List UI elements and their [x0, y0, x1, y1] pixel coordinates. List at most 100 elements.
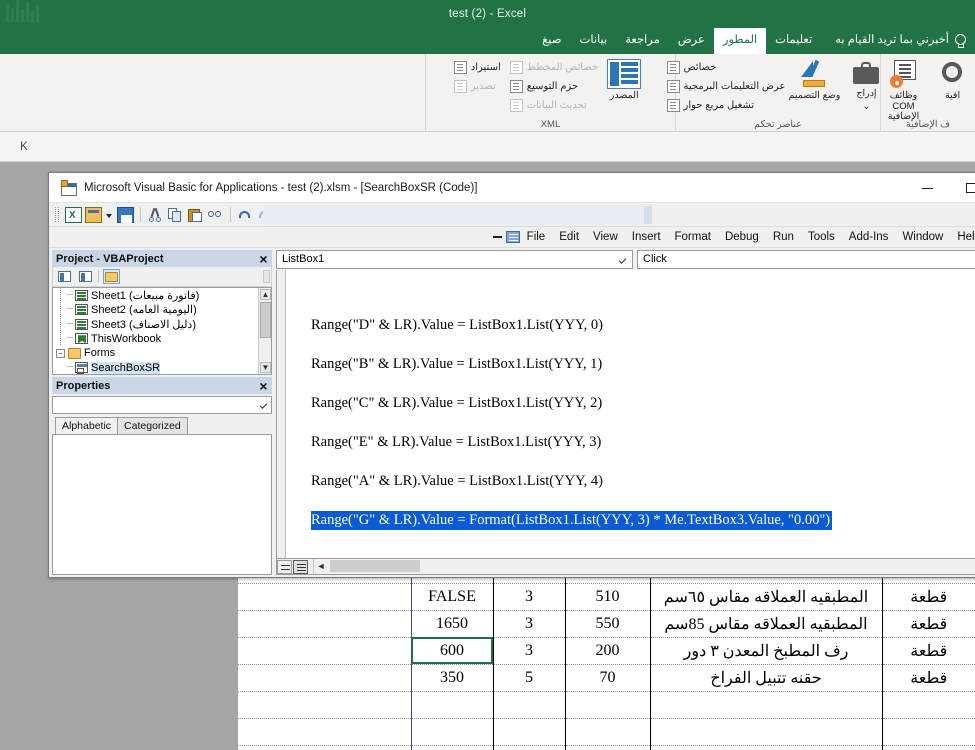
- cell-name[interactable]: المطبقيه العملاقه مقاس ٦٥سم: [650, 583, 883, 611]
- cell-price[interactable]: [565, 718, 651, 746]
- view-excel-icon[interactable]: X: [65, 206, 82, 223]
- code-margin-indicator-bar[interactable]: [277, 270, 286, 558]
- tab-formulas[interactable]: صيغ: [533, 28, 570, 54]
- code-line-blank[interactable]: [289, 550, 975, 559]
- menu-file[interactable]: File: [520, 229, 553, 245]
- code-line[interactable]: Range("B" & LR).Value = ListBox1.List(YY…: [289, 355, 975, 375]
- cell-total[interactable]: [411, 745, 494, 750]
- run-dialog-button[interactable]: تشغيل مربع حوار: [666, 97, 786, 114]
- tab-data[interactable]: بيانات: [571, 28, 617, 54]
- properties-window-title[interactable]: Properties ×: [52, 377, 272, 394]
- tab-categorized[interactable]: Categorized: [117, 417, 188, 434]
- toolbar-grip[interactable]: [55, 207, 59, 222]
- cell-pad[interactable]: [238, 718, 412, 746]
- cell-name[interactable]: حقنه تتبيل الفراخ: [650, 664, 883, 692]
- vba-menu-bar[interactable]: File Edit View Insert Format Debug Run T…: [49, 227, 975, 248]
- chevron-down-icon[interactable]: [618, 256, 627, 264]
- view-object-icon[interactable]: [77, 269, 94, 284]
- design-mode-button[interactable]: وضع التصميم: [788, 57, 840, 102]
- properties-tabs[interactable]: Alphabetic Categorized: [52, 417, 272, 434]
- cell-name[interactable]: [650, 718, 883, 746]
- xml-source-button[interactable]: المصدر: [601, 57, 647, 102]
- tree-item-thisworkbook[interactable]: ┈ ThisWorkbook: [53, 332, 271, 347]
- code-text-block[interactable]: Range("D" & LR).Value = ListBox1.List(YY…: [289, 296, 975, 559]
- scrollbar-thumb[interactable]: [330, 560, 420, 572]
- toolbar-overflow-field[interactable]: [263, 205, 651, 225]
- quick-access-toolbar-icons[interactable]: [4, 0, 46, 28]
- cell-unit[interactable]: قطعة: [882, 583, 975, 611]
- scroll-down-icon[interactable]: ▼: [260, 362, 271, 373]
- control-properties-button[interactable]: خصائص: [666, 59, 786, 76]
- menu-view[interactable]: View: [586, 229, 625, 245]
- tell-me-box[interactable]: أخبرني بما تريد القيام به: [821, 28, 975, 54]
- vba-title-bar[interactable]: Microsoft Visual Basic for Applications …: [49, 173, 975, 203]
- excel-addins-button[interactable]: افية: [930, 57, 975, 102]
- menu-window[interactable]: Window: [895, 229, 950, 245]
- cell-total[interactable]: FALSE: [411, 583, 494, 611]
- cell-qty[interactable]: [493, 691, 566, 719]
- table-row[interactable]: قطعة حقنه تتبيل الفراخ 70 5 350: [238, 664, 975, 692]
- cell-unit[interactable]: [882, 745, 975, 750]
- cell-total[interactable]: [411, 691, 494, 719]
- cell-price[interactable]: 200: [565, 637, 651, 665]
- cell-price[interactable]: 70: [565, 664, 651, 692]
- project-explorer-title[interactable]: Project - VBAProject ×: [52, 250, 272, 267]
- cell-unit[interactable]: قطعة: [882, 610, 975, 638]
- tab-help[interactable]: تعليمات: [766, 28, 821, 54]
- cell-total[interactable]: [411, 718, 494, 746]
- tab-developer[interactable]: المطور: [713, 28, 767, 54]
- code-horizontal-scrollbar[interactable]: ◄: [313, 559, 975, 574]
- code-editor[interactable]: Range("D" & LR).Value = ListBox1.List(YY…: [276, 270, 975, 559]
- scroll-left-icon[interactable]: ◄: [315, 560, 327, 572]
- project-tree[interactable]: ┈ Sheet1 (فاتورة مبيعات) ┈ Sheet2 (اليوم…: [52, 287, 272, 375]
- procedure-combo[interactable]: Click: [637, 250, 975, 269]
- cell-name[interactable]: رف المطبخ المعدن ٣ دور: [650, 637, 883, 665]
- code-line[interactable]: Range("C" & LR).Value = ListBox1.List(YY…: [289, 394, 975, 414]
- table-row[interactable]: [238, 718, 975, 746]
- cell-name[interactable]: [650, 745, 883, 750]
- spreadsheet-grid[interactable]: قطعة المطبقيه العملاقه مقاس ٦٥سم 510 3 F…: [238, 575, 975, 750]
- copy-icon[interactable]: [167, 207, 184, 223]
- tree-item-sheet1[interactable]: ┈ Sheet1 (فاتورة مبيعات): [53, 288, 271, 303]
- table-row[interactable]: قطعة رف المطبخ المعدن ٣ دور 200 3 600: [238, 637, 975, 665]
- cell-pad[interactable]: [238, 610, 412, 638]
- cell-pad[interactable]: [238, 745, 412, 750]
- properties-list[interactable]: [52, 434, 272, 575]
- cell-qty[interactable]: [493, 745, 566, 750]
- cell-name[interactable]: المطبقيه العملاقه مقاس 85سم: [650, 610, 883, 638]
- panel-resize-handle[interactable]: [263, 270, 270, 283]
- cell-unit[interactable]: [882, 691, 975, 719]
- tab-alphabetic[interactable]: Alphabetic: [55, 417, 119, 434]
- full-module-view-button[interactable]: [293, 559, 308, 574]
- code-line[interactable]: Range("E" & LR).Value = ListBox1.List(YY…: [289, 433, 975, 453]
- cell-pad[interactable]: [238, 691, 412, 719]
- find-icon[interactable]: [207, 207, 224, 223]
- tree-item-searchboxsr[interactable]: ┈ SearchBoxSR: [53, 361, 271, 374]
- minimize-button[interactable]: [906, 173, 949, 203]
- toggle-folders-icon[interactable]: [103, 269, 120, 284]
- cell-unit[interactable]: قطعة: [882, 637, 975, 665]
- cell-price[interactable]: [565, 745, 651, 750]
- cell-name[interactable]: [650, 691, 883, 719]
- cell-pad[interactable]: [238, 664, 412, 692]
- cell-unit[interactable]: [882, 718, 975, 746]
- cell-qty[interactable]: 5: [493, 664, 566, 692]
- column-header-k[interactable]: K: [0, 136, 48, 158]
- tab-view[interactable]: عرض: [669, 28, 714, 54]
- tree-item-sheet3[interactable]: ┈ Sheet3 (دليل الاصناف): [53, 317, 271, 332]
- tree-item-forms[interactable]: − Forms: [53, 346, 271, 361]
- undo-icon[interactable]: [237, 207, 254, 223]
- properties-object-combo[interactable]: [52, 396, 272, 414]
- cut-icon[interactable]: [147, 207, 164, 223]
- code-line[interactable]: Range("D" & LR).Value = ListBox1.List(YY…: [289, 316, 975, 336]
- scrollbar-thumb[interactable]: [260, 302, 271, 338]
- code-line[interactable]: Range("A" & LR).Value = ListBox1.List(YY…: [289, 472, 975, 492]
- tree-collapse-toggle[interactable]: −: [56, 348, 65, 358]
- vba-standard-toolbar[interactable]: X: [49, 203, 975, 227]
- scroll-up-icon[interactable]: ▲: [260, 289, 271, 300]
- import-button[interactable]: استيراد: [453, 59, 501, 76]
- cell-total-selected[interactable]: 600: [411, 637, 494, 665]
- menu-addins[interactable]: Add-Ins: [842, 229, 896, 245]
- expansion-packs-button[interactable]: حزم التوسيع: [509, 78, 598, 95]
- cell-unit[interactable]: قطعة: [882, 664, 975, 692]
